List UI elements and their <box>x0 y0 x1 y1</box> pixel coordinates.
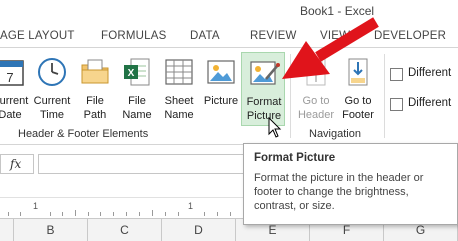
ruler-tick <box>75 210 76 216</box>
calendar-icon: 7 <box>0 60 24 86</box>
tab-view[interactable]: VIEW <box>320 30 350 42</box>
tooltip-title: Format Picture <box>254 152 336 164</box>
go-to-footer-label-2: Footer <box>342 109 374 121</box>
tab-formulas[interactable]: FORMULAS <box>101 30 167 42</box>
different-odd-even-checkbox[interactable]: Different <box>390 96 458 112</box>
tab-review[interactable]: REVIEW <box>250 30 297 42</box>
tab-page-layout[interactable]: AGE LAYOUT <box>0 30 75 42</box>
format-picture-icon <box>250 61 280 85</box>
fx-icon: fx <box>10 157 22 171</box>
ruler-tick <box>62 212 63 216</box>
sheet-name-button[interactable]: Sheet Name <box>157 52 201 126</box>
ruler-tick <box>230 212 231 216</box>
checkbox-label: Different <box>408 97 452 109</box>
group-label-header-footer-elements: Header & Footer Elements <box>18 128 149 140</box>
ruler-tick <box>113 212 114 216</box>
go-to-footer-button[interactable]: Go to Footer <box>336 52 380 126</box>
ruler-number: 1 <box>33 201 39 211</box>
column-header-d[interactable]: D <box>162 219 236 241</box>
format-picture-label-2: Picture <box>246 110 282 122</box>
ruler-tick <box>204 212 205 216</box>
format-picture-button[interactable]: Format Picture <box>241 52 285 126</box>
column-header-b[interactable]: B <box>14 219 88 241</box>
different-first-page-checkbox[interactable]: Different <box>390 66 458 82</box>
ruler-tick <box>126 212 127 216</box>
checkbox-box <box>390 98 403 111</box>
svg-text:7: 7 <box>6 70 13 85</box>
ruler-tick <box>139 212 140 216</box>
group-label-navigation: Navigation <box>309 128 361 140</box>
insert-function-button[interactable]: fx <box>0 154 34 174</box>
ribbon-tabs: AGE LAYOUT FORMULAS DATA REVIEW VIEW DEV… <box>0 24 458 46</box>
ruler-tick <box>165 212 166 216</box>
excel-file-icon: X <box>124 58 150 86</box>
title-bar: Book1 - Excel <box>0 0 458 22</box>
tab-developer[interactable]: DEVELOPER <box>374 30 446 42</box>
group-separator <box>384 54 385 138</box>
window-title: Book1 - Excel <box>300 4 375 18</box>
folder-icon <box>81 59 109 84</box>
checkbox-label: Different <box>408 67 452 79</box>
ruler-number: 1 <box>188 201 194 211</box>
go-to-footer-label-1: Go to <box>344 95 372 107</box>
row-header-corner[interactable] <box>0 219 14 241</box>
column-header-c[interactable]: C <box>88 219 162 241</box>
ruler-tick <box>50 212 51 216</box>
ruler-tick <box>100 212 101 216</box>
sheet-grid-icon <box>165 59 193 85</box>
tooltip-body: Format the picture in the header or foot… <box>254 172 424 212</box>
format-picture-label-1: Format <box>246 96 282 108</box>
go-to-footer-icon <box>348 58 368 86</box>
svg-text:X: X <box>128 68 135 79</box>
ruler-tick <box>20 212 21 216</box>
ruler-tick <box>8 212 9 216</box>
format-picture-tooltip: Format Picture Format the picture in the… <box>243 143 458 225</box>
clock-icon <box>38 58 66 86</box>
ruler-tick <box>152 210 153 216</box>
ruler-tick <box>217 212 218 216</box>
checkbox-box <box>390 68 403 81</box>
picture-icon <box>207 60 235 84</box>
ribbon: 7 Current Date Current Time File Path <box>0 47 458 145</box>
ruler-tick <box>88 212 89 216</box>
go-to-header-icon <box>306 58 326 86</box>
mouse-cursor-icon <box>268 117 282 138</box>
tab-data[interactable]: DATA <box>190 30 220 42</box>
ruler-tick <box>178 212 179 216</box>
